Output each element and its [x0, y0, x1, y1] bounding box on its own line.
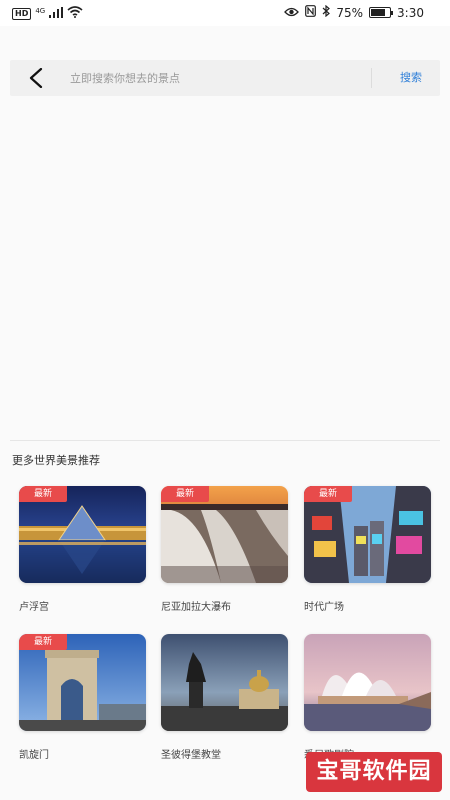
badge-new: 最新 [161, 486, 209, 502]
wifi-icon [67, 6, 83, 21]
card-image-arc-de-triomphe[interactable]: 最新 [19, 634, 146, 731]
status-right: 75% 3:30 [284, 4, 424, 20]
badge-new: 最新 [19, 486, 67, 502]
badge-new: 最新 [304, 486, 352, 502]
card-image-sydney-opera-house[interactable] [304, 634, 431, 731]
section-title: 更多世界美景推荐 [12, 454, 100, 467]
search-button[interactable]: 搜索 [390, 66, 432, 90]
card-niagara[interactable]: 最新 尼亚加拉大瀑布 [161, 486, 288, 613]
section-divider [10, 440, 440, 441]
hd-badge: HD [12, 7, 32, 20]
search-divider [371, 68, 372, 88]
card-arc-de-triomphe[interactable]: 最新 凯旋门 [19, 634, 146, 761]
eye-icon [284, 6, 300, 20]
status-bar: HD 4G 75% 3:30 [0, 0, 450, 26]
battery-percent: 75% [336, 5, 364, 20]
network-type: 4G [35, 6, 46, 15]
card-st-petersburg[interactable]: 圣彼得堡教堂 [161, 634, 288, 761]
card-label: 圣彼得堡教堂 [161, 750, 221, 761]
card-image-niagara[interactable]: 最新 [161, 486, 288, 583]
status-left: HD 4G [12, 6, 83, 21]
clock: 3:30 [397, 5, 424, 20]
card-image-times-square[interactable]: 最新 [304, 486, 431, 583]
bluetooth-icon [322, 4, 331, 20]
watermark-logo: 宝哥软件园 [306, 752, 442, 792]
signal-icon [49, 6, 64, 21]
card-sydney-opera-house[interactable]: 悉尼歌剧院 [304, 634, 431, 761]
battery-fill [371, 9, 386, 16]
badge-new: 最新 [19, 634, 67, 650]
nfc-icon [305, 5, 317, 20]
card-label: 时代广场 [304, 602, 344, 613]
search-input[interactable] [70, 67, 360, 89]
card-image-louvre[interactable]: 最新 [19, 486, 146, 583]
battery-icon [369, 7, 394, 18]
card-image-st-petersburg[interactable] [161, 634, 288, 731]
card-label: 卢浮宫 [19, 602, 49, 613]
card-times-square[interactable]: 最新 时代广场 [304, 486, 431, 613]
card-label: 凯旋门 [19, 750, 49, 761]
card-louvre[interactable]: 最新 卢浮宫 [19, 486, 146, 613]
search-bar: 搜索 [10, 60, 440, 96]
card-label: 尼亚加拉大瀑布 [161, 602, 231, 613]
back-arrow-icon[interactable] [24, 66, 48, 90]
